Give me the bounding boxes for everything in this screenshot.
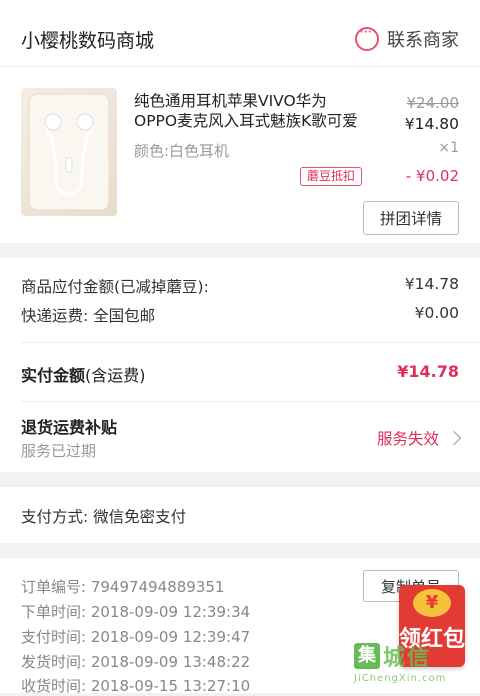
divider: [21, 342, 480, 343]
chevron-right-icon: [446, 430, 462, 446]
payment-section: 支付方式: 微信免密支付: [0, 487, 480, 543]
payable-label: 商品应付金额(已减掉蘑豆):: [21, 278, 209, 296]
watermark-box: 集: [354, 643, 380, 669]
watermark-text: 城信: [383, 646, 432, 671]
total-value: ¥14.78: [397, 362, 459, 381]
refund-shipping-status: 服务已过期: [21, 442, 97, 460]
payment-time-line: 支付时间: 2018-09-09 12:39:47: [21, 628, 251, 646]
shipping-value: ¥0.00: [414, 304, 459, 322]
total-row: 实付金额(含运费) ¥14.78: [21, 362, 459, 386]
group-details-button[interactable]: 拼团详情: [363, 201, 459, 235]
shop-name[interactable]: 小樱桃数码商城: [21, 26, 154, 53]
payable-value: ¥14.78: [404, 275, 459, 293]
order-number: 79497494889351: [90, 578, 225, 596]
shipping-row: 快递运费: 全国包邮 ¥0.00: [21, 304, 459, 326]
discount-badge: 蘑豆抵扣: [299, 167, 362, 186]
refund-service-link[interactable]: 服务失效: [376, 427, 462, 449]
contact-seller-button[interactable]: 联系商家: [355, 22, 459, 52]
watermark-url: JiChengXin.com: [354, 673, 447, 684]
discount-value: - ¥0.02: [405, 167, 459, 185]
chat-icon: [355, 22, 379, 51]
original-price: ¥24.00: [406, 94, 460, 112]
unit-price: ¥14.80: [404, 115, 459, 133]
shipping-time-line: 发货时间: 2018-09-09 13:48:22: [21, 653, 251, 671]
earphones-image: [28, 93, 110, 211]
total-label: 实付金额(含运费): [21, 366, 146, 385]
total-suffix: (含运费): [85, 366, 146, 385]
shop-header: 小樱桃数码商城 联系商家: [0, 0, 480, 67]
divider: [21, 401, 480, 402]
payment-method: 支付方式: 微信免密支付: [21, 508, 187, 526]
refund-service-label: 服务失效: [376, 430, 439, 448]
order-time-line: 下单时间: 2018-09-09 12:39:34: [21, 603, 251, 621]
product-thumbnail[interactable]: [21, 88, 117, 216]
watermark-logo: 集 城信 JiChengXin.com: [354, 640, 474, 692]
coin-icon: ¥: [413, 589, 451, 617]
product-variant: 颜色:白色耳机: [134, 142, 230, 160]
order-number-line: 订单编号: 79497494889351: [21, 578, 225, 596]
contact-seller-label: 联系商家: [387, 30, 459, 51]
product-card: 纯色通用耳机苹果VIVO华为OPPO麦克风入耳式魅族K歌可爱 颜色:白色耳机 ¥…: [0, 67, 480, 243]
product-title[interactable]: 纯色通用耳机苹果VIVO华为OPPO麦克风入耳式魅族K歌可爱: [134, 91, 366, 131]
shipping-label: 快递运费: 全国包邮: [21, 307, 156, 325]
refund-shipping-title: 退货运费补贴: [21, 418, 118, 437]
payable-row: 商品应付金额(已减掉蘑豆): ¥14.78: [21, 275, 459, 297]
quantity: ×1: [438, 140, 459, 156]
amounts-section: 商品应付金额(已减掉蘑豆): ¥14.78 快递运费: 全国包邮 ¥0.00 实…: [0, 258, 480, 472]
